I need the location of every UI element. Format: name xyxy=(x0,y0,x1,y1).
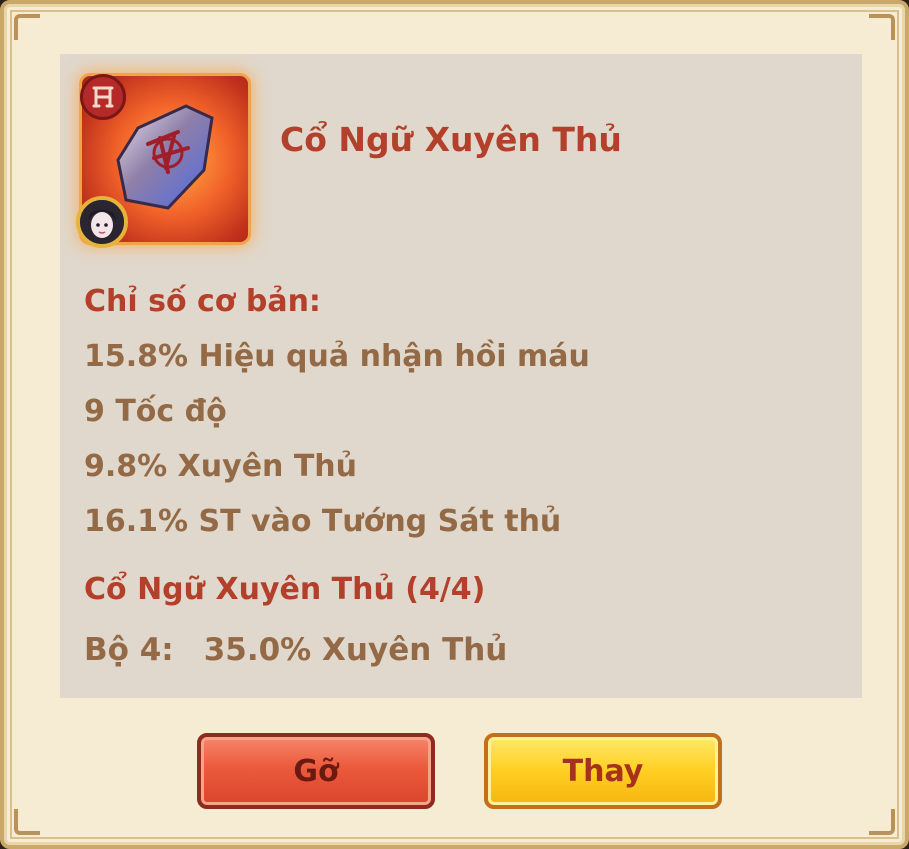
set-bonus-line: Bộ 4: 35.0% Xuyên Thủ xyxy=(84,628,844,672)
assassin-class-icon xyxy=(80,74,126,120)
item-info-panel: Cổ Ngữ Xuyên Thủ Chỉ số cơ bản: 15.8% Hi… xyxy=(60,54,862,698)
hero-portrait-avatar xyxy=(76,196,128,248)
stat-line: 9.8% Xuyên Thủ xyxy=(84,449,358,484)
frame-corner-ornament xyxy=(869,809,895,835)
remove-button[interactable]: Gỡ xyxy=(197,733,435,809)
set-bonus-value: 35.0% Xuyên Thủ xyxy=(203,632,508,668)
frame-corner-ornament xyxy=(14,809,40,835)
set-bonus-title: Cổ Ngữ Xuyên Thủ (4/4) xyxy=(84,572,486,607)
frame-corner-ornament xyxy=(869,14,895,40)
item-name-title: Cổ Ngữ Xuyên Thủ xyxy=(280,120,622,159)
rune-stone-image xyxy=(116,104,214,210)
item-detail-dialog: Cổ Ngữ Xuyên Thủ Chỉ số cơ bản: 15.8% Hi… xyxy=(0,0,909,849)
set-bonus-label: Bộ 4: xyxy=(84,632,174,668)
stat-line: 15.8% Hiệu quả nhận hồi máu xyxy=(84,339,590,374)
stat-line: 16.1% ST vào Tướng Sát thủ xyxy=(84,504,562,539)
set-bonus-section: Cổ Ngữ Xuyên Thủ (4/4) Bộ 4: 35.0% Xuyên … xyxy=(84,568,844,672)
base-stats-section: Chỉ số cơ bản: 15.8% Hiệu quả nhận hồi m… xyxy=(84,282,844,557)
rune-stone-icon xyxy=(76,74,248,248)
frame-corner-ornament xyxy=(14,14,40,40)
replace-button[interactable]: Thay xyxy=(484,733,722,809)
base-stats-title: Chỉ số cơ bản: xyxy=(84,284,321,319)
stat-line: 9 Tốc độ xyxy=(84,394,227,429)
